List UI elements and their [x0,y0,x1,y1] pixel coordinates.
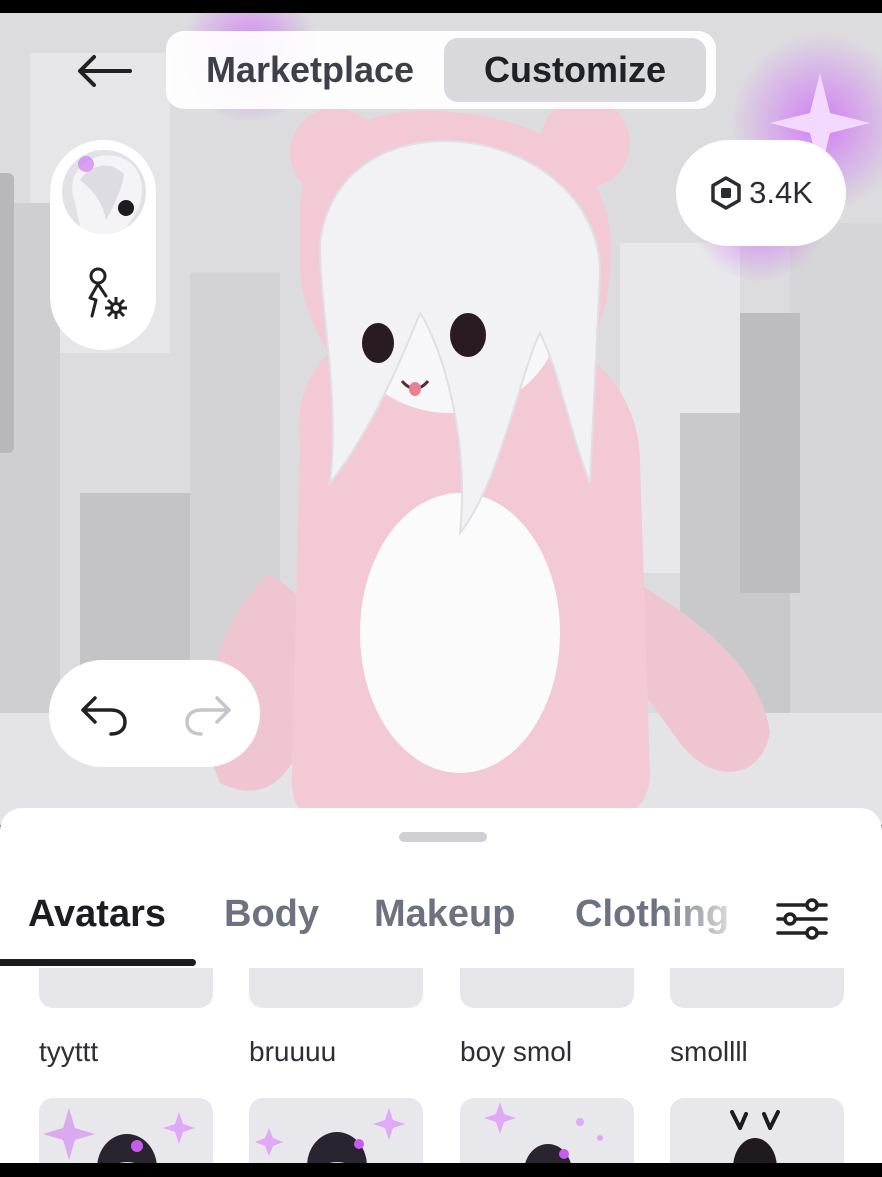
avatar-name: bruuuu [249,1036,337,1067]
robux-icon [711,176,741,210]
avatar-thumbnail [730,1110,780,1164]
avatar-card-smollll[interactable] [670,968,844,1008]
undo-icon [81,696,127,736]
tabs-fade-overlay [660,883,770,953]
robux-balance-button[interactable]: 3.4K [676,140,846,246]
avatar-grid: tyyttt bruuuu boy smol smollll [0,968,882,1164]
avatar-headshot-image [62,150,146,234]
sliders-icon [776,898,828,940]
avatar-side-panel [50,140,156,350]
status-bar [0,0,882,13]
avatar-card[interactable] [249,1098,423,1164]
avatar-thumbnail [484,1102,603,1164]
avatar-card-boy-smol[interactable] [460,968,634,1008]
tab-customize[interactable]: Customize [444,38,706,102]
sheet-drag-handle[interactable] [399,832,487,842]
avatar-card-bruuuu[interactable] [249,968,423,1008]
tab-marketplace[interactable]: Marketplace [176,38,444,102]
mode-segmented-control: Marketplace Customize [166,31,716,109]
avatar-thumbnail [43,1108,195,1164]
side-panel-edge [0,173,14,453]
avatar-name: tyyttt [39,1036,99,1067]
active-tab-indicator [0,959,196,966]
navigation-bar [0,1163,882,1177]
back-button[interactable] [62,38,146,104]
avatar-name: smollll [670,1036,748,1067]
redo-icon [185,696,231,736]
avatar-card[interactable] [460,1098,634,1164]
avatar-name: boy smol [460,1036,573,1067]
filter-button[interactable] [772,889,832,949]
avatar-settings-button[interactable] [76,264,132,324]
tab-body[interactable]: Body [224,893,319,936]
customize-bottom-sheet: Avatars Body Makeup Clothing tyyttt bruu… [0,808,882,1164]
arrow-left-icon [78,55,132,87]
avatar-card-tyyttt[interactable] [39,968,213,1008]
redo-button[interactable] [181,688,235,740]
tab-avatars[interactable]: Avatars [28,893,166,936]
avatar-card[interactable] [39,1098,213,1164]
tab-makeup[interactable]: Makeup [374,893,515,936]
undo-button[interactable] [77,688,131,740]
avatar-card[interactable] [670,1098,844,1164]
undo-redo-panel [49,660,260,767]
avatar-headshot[interactable] [62,150,146,234]
avatar-thumbnail [255,1108,405,1164]
avatar-settings-icon [88,267,127,319]
robux-amount: 3.4K [749,175,813,210]
category-tabs: Avatars Body Makeup Clothing [0,883,882,968]
